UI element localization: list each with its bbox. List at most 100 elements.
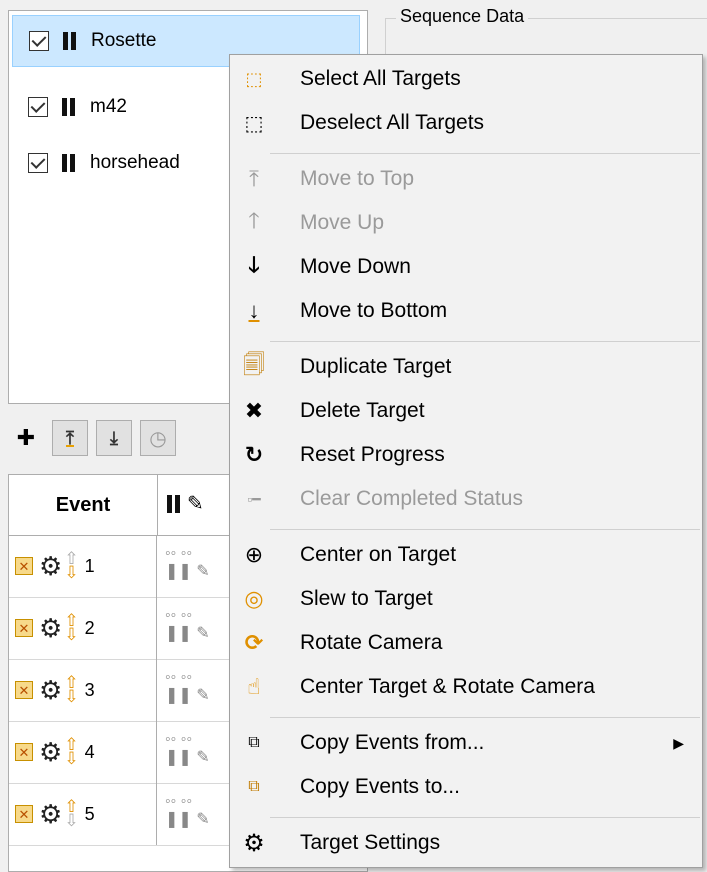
move-event-icon[interactable]: ⇧ ⇩: [64, 551, 78, 581]
gear-icon: ⚙: [243, 829, 265, 857]
menu-item-select-all[interactable]: ⬚ Select All Targets: [230, 57, 702, 101]
remove-event-icon[interactable]: ✕: [15, 619, 33, 637]
event-cell: ✕ ⚙ ⇧ ⇩ 3: [9, 659, 157, 721]
pause-icon[interactable]: [60, 97, 76, 117]
target-checkbox[interactable]: [28, 153, 48, 173]
add-target-button[interactable]: ✚: [8, 420, 44, 456]
gear-icon[interactable]: ⚙: [39, 739, 62, 765]
arrow-up-icon: 🡑: [248, 208, 260, 233]
menu-item-label: Copy Events to...: [300, 775, 460, 798]
event-column-header[interactable]: Event: [9, 475, 158, 535]
menu-item-center-and-rotate[interactable]: ☝ Center Target & Rotate Camera: [230, 665, 702, 709]
arrow-down-icon: 🡓: [248, 252, 260, 277]
menu-item-slew-to-target[interactable]: ◎ Slew to Target: [230, 577, 702, 621]
copy-to-icon: ⧉: [248, 778, 260, 795]
menu-item-label: Copy Events from...: [300, 731, 485, 754]
menu-separator: [270, 341, 700, 342]
menu-item-center-on-target[interactable]: ⊕ Center on Target: [230, 533, 702, 577]
pause-icon: [165, 494, 181, 514]
schedule-button[interactable]: ◷: [140, 420, 176, 456]
target-checkbox[interactable]: [28, 97, 48, 117]
target-name: Rosette: [91, 30, 157, 51]
pause-icon[interactable]: [61, 31, 77, 51]
menu-item-target-settings[interactable]: ⚙ Target Settings: [230, 821, 702, 865]
move-bottom-icon: ⤓: [110, 427, 118, 448]
dropper-icon: ✎: [187, 493, 204, 515]
pause-icon[interactable]: [60, 153, 76, 173]
remove-event-icon[interactable]: ✕: [15, 743, 33, 761]
event-cell: ✕ ⚙ ⇧ ⇩ 5: [9, 783, 157, 845]
gear-icon[interactable]: ⚙: [39, 553, 62, 579]
event-cell: ✕ ⚙ ⇧ ⇩ 1: [9, 535, 157, 597]
event-number: 2: [84, 617, 95, 638]
select-all-icon: ⬚: [245, 68, 263, 89]
menu-separator: [270, 529, 700, 530]
target-icon: ◎: [244, 586, 264, 611]
remove-event-icon[interactable]: ✕: [15, 557, 33, 575]
menu-item-label: Duplicate Target: [300, 355, 452, 378]
move-bottom-icon: ↓: [248, 298, 260, 323]
deselect-all-icon: ⬚: [244, 112, 264, 135]
target-row-horsehead[interactable]: horsehead: [12, 137, 180, 189]
menu-separator: [270, 817, 700, 818]
move-event-icon[interactable]: ⇧ ⇩: [64, 799, 78, 829]
move-to-bottom-button[interactable]: ⤓: [96, 420, 132, 456]
target-name: horsehead: [90, 152, 180, 173]
gear-icon[interactable]: ⚙: [39, 677, 62, 703]
menu-item-rotate-camera[interactable]: ⟳ Rotate Camera: [230, 621, 702, 665]
menu-item-clear-completed-status[interactable]: ▫━ Clear Completed Status: [230, 477, 702, 521]
menu-item-move-up[interactable]: 🡑 Move Up: [230, 201, 702, 245]
gear-icon[interactable]: ⚙: [39, 615, 62, 641]
menu-item-move-to-bottom[interactable]: ↓ Move to Bottom: [230, 289, 702, 333]
event-status-icons: ◦◦ ◦◦ ❚❚ ✎: [165, 669, 210, 704]
target-name: m42: [90, 96, 127, 117]
target-checkbox[interactable]: [29, 31, 49, 51]
menu-item-move-down[interactable]: 🡓 Move Down: [230, 245, 702, 289]
target-toolbar: ✚ ⤒ ⤓ ◷: [8, 416, 176, 460]
event-status-icons: ◦◦ ◦◦ ❚❚ ✎: [165, 731, 210, 766]
menu-item-duplicate-target[interactable]: 🗐 Duplicate Target: [230, 345, 702, 389]
move-event-icon[interactable]: ⇧ ⇩: [64, 675, 78, 705]
menu-item-move-to-top[interactable]: ⤒ Move to Top: [230, 157, 702, 201]
plus-icon: ✚: [16, 425, 36, 450]
menu-item-label: Delete Target: [300, 399, 425, 422]
menu-separator: [270, 717, 700, 718]
menu-item-label: Move to Top: [300, 167, 415, 190]
menu-item-label: Target Settings: [300, 831, 441, 854]
remove-event-icon[interactable]: ✕: [15, 681, 33, 699]
menu-item-label: Move to Bottom: [300, 299, 448, 322]
submenu-arrow-icon: ▶: [673, 734, 684, 751]
menu-item-deselect-all[interactable]: ⬚ Deselect All Targets: [230, 101, 702, 145]
menu-item-label: Slew to Target: [300, 587, 433, 610]
menu-separator: [270, 153, 700, 154]
rotate-icon: ⟳: [244, 630, 264, 655]
menu-item-delete-target[interactable]: ✖ Delete Target: [230, 389, 702, 433]
header-icons: ✎: [165, 491, 204, 516]
event-number: 5: [84, 803, 95, 824]
menu-item-label: Center Target & Rotate Camera: [300, 675, 595, 698]
remove-event-icon[interactable]: ✕: [15, 805, 33, 823]
event-status-icons: ◦◦ ◦◦ ❚❚ ✎: [165, 793, 210, 828]
clear-status-icon: ▫━: [247, 490, 261, 507]
event-cell: ✕ ⚙ ⇧ ⇩ 2: [9, 597, 157, 659]
menu-item-copy-events-from[interactable]: ⧉ Copy Events from... ▶: [230, 721, 702, 765]
clock-icon: ◷: [149, 427, 167, 450]
menu-item-label: Move Down: [300, 255, 411, 278]
menu-item-label: Center on Target: [300, 543, 457, 566]
menu-item-label: Rotate Camera: [300, 631, 443, 654]
move-event-icon[interactable]: ⇧ ⇩: [64, 613, 78, 643]
copy-from-icon: ⧉: [248, 734, 260, 751]
menu-item-label: Select All Targets: [300, 67, 461, 90]
target-row-m42[interactable]: m42: [12, 81, 127, 133]
gear-icon[interactable]: ⚙: [39, 801, 62, 827]
menu-item-label: Clear Completed Status: [300, 487, 523, 510]
target-context-menu: ⬚ Select All Targets ⬚ Deselect All Targ…: [229, 54, 703, 868]
menu-item-copy-events-to[interactable]: ⧉ Copy Events to...: [230, 765, 702, 809]
move-to-top-button[interactable]: ⤒: [52, 420, 88, 456]
menu-item-reset-progress[interactable]: ↻ Reset Progress: [230, 433, 702, 477]
move-event-icon[interactable]: ⇧ ⇩: [64, 737, 78, 767]
event-status-icons: ◦◦ ◦◦ ❚❚ ✎: [165, 545, 210, 580]
reset-icon: ↻: [244, 442, 264, 467]
menu-item-label: Reset Progress: [300, 443, 445, 466]
event-number: 4: [84, 741, 95, 762]
